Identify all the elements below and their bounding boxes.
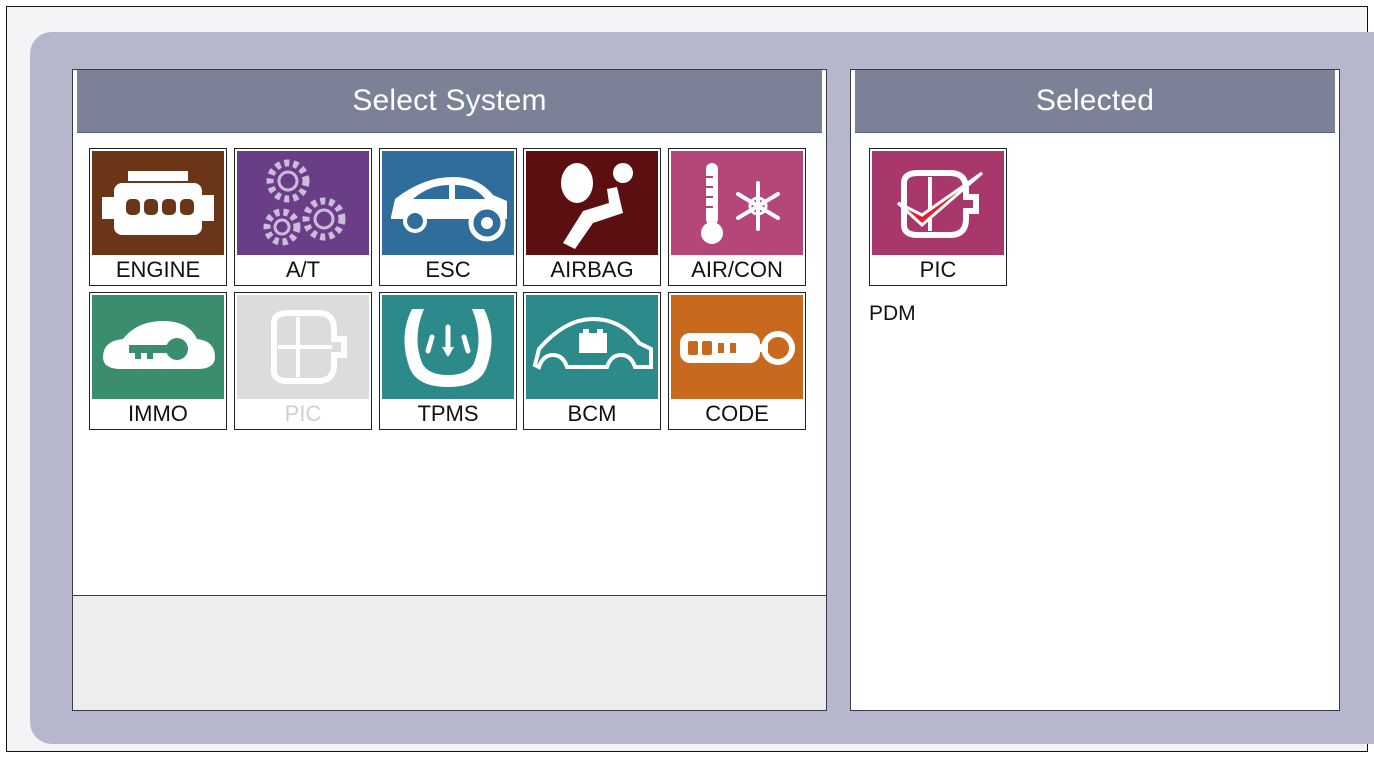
tile-label: AIRBAG: [524, 255, 660, 285]
select-system-panel: Select System ENGINE A/T ESC AIRBAG AIR/…: [72, 69, 827, 711]
select-system-title: Select System: [352, 84, 547, 117]
smart-key-check-icon: [872, 151, 1004, 255]
tile-pic[interactable]: PIC: [234, 292, 372, 430]
tile-label: CODE: [669, 399, 805, 429]
key-fob-icon: [671, 295, 803, 399]
tile-aircon[interactable]: AIR/CON: [668, 148, 806, 286]
selected-panel: Selected PIC PDM: [850, 69, 1340, 711]
tile-immo[interactable]: IMMO: [89, 292, 227, 430]
smart-key-icon: [237, 295, 369, 399]
tire-pressure-icon: [382, 295, 514, 399]
tile-tpms[interactable]: TPMS: [379, 292, 517, 430]
tile-label: TPMS: [380, 399, 516, 429]
selected-tile-pic[interactable]: PIC: [869, 148, 1007, 286]
tile-label: BCM: [524, 399, 660, 429]
tile-esc[interactable]: ESC: [379, 148, 517, 286]
status-area: [73, 595, 826, 710]
tile-label: IMMO: [90, 399, 226, 429]
airbag-icon: [526, 151, 658, 255]
tile-airbag[interactable]: AIRBAG: [523, 148, 661, 286]
tile-label: A/T: [235, 255, 371, 285]
engine-icon: [92, 151, 224, 255]
car-brake-icon: [382, 151, 514, 255]
tile-engine[interactable]: ENGINE: [89, 148, 227, 286]
selected-title: Selected: [1035, 84, 1155, 117]
thermometer-snowflake-icon: [671, 151, 803, 255]
tile-label: AIR/CON: [669, 255, 805, 285]
tile-at[interactable]: A/T: [234, 148, 372, 286]
selected-header: Selected: [855, 70, 1335, 133]
tile-code[interactable]: CODE: [668, 292, 806, 430]
tile-label: PIC: [870, 255, 1006, 285]
select-system-header: Select System: [77, 70, 822, 133]
car-battery-icon: [526, 295, 658, 399]
gears-icon: [237, 151, 369, 255]
tile-label: PIC: [235, 399, 371, 429]
tile-label: ENGINE: [90, 255, 226, 285]
selected-caption: PDM: [869, 302, 916, 325]
car-key-icon: [92, 295, 224, 399]
tile-label: ESC: [380, 255, 516, 285]
tile-bcm[interactable]: BCM: [523, 292, 661, 430]
